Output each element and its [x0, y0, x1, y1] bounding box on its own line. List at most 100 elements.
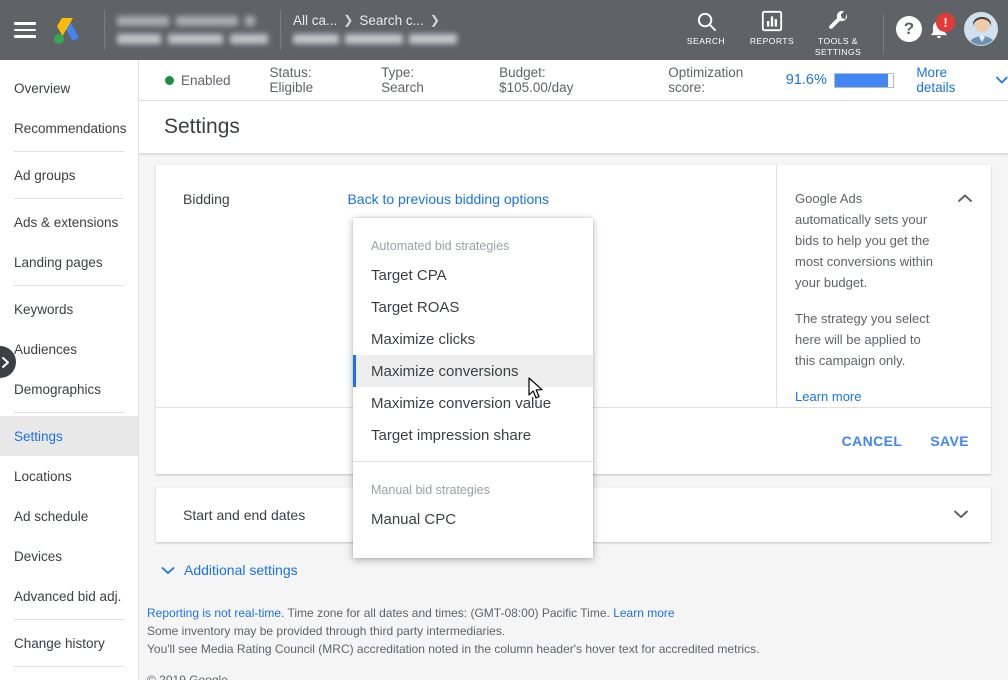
topbar-divider-2 — [280, 10, 281, 50]
additional-settings-label: Additional settings — [184, 562, 298, 578]
breadcrumb: All ca... ❯ Search c... ❯ — [293, 13, 457, 48]
dropdown-item-target-cpa[interactable]: Target CPA — [353, 259, 593, 291]
cancel-button[interactable]: CANCEL — [842, 433, 903, 449]
copyright-text: © 2019 Google — [147, 673, 228, 680]
sidebar-divider — [14, 285, 124, 286]
footer-line-1: Reporting is not real-time. Time zone fo… — [147, 604, 1008, 622]
help-question-mark-icon[interactable]: ? — [896, 16, 922, 42]
more-details-label: More details — [916, 65, 956, 95]
dropdown-item-maximize-clicks[interactable]: Maximize clicks — [353, 323, 593, 355]
sidebar-item-label: Demographics — [14, 381, 102, 397]
help-paragraph-2: The strategy you select here will be app… — [795, 311, 930, 368]
dropdown-item-manual-cpc[interactable]: Manual CPC — [353, 503, 593, 535]
search-icon — [695, 8, 718, 34]
sidebar-item-label: Ad schedule — [14, 508, 89, 524]
sidebar-item-label: Devices — [14, 548, 63, 564]
campaign-state[interactable]: Enabled — [165, 73, 231, 88]
sidebar-item-label: Landing pages — [14, 254, 103, 270]
footer-disclaimer: Reporting is not real-time. Time zone fo… — [147, 604, 1008, 680]
footer-line-3: You'll see Media Rating Council (MRC) ac… — [147, 642, 760, 656]
breadcrumb-item-0[interactable]: All ca... — [293, 13, 337, 28]
notification-badge: ! — [936, 13, 955, 32]
sidebar-item-change-history[interactable]: Change history — [0, 623, 138, 663]
sidebar-item-label: Locations — [14, 468, 72, 484]
sidebar-item-label: Ad groups — [14, 167, 76, 183]
sidebar-item-audiences[interactable]: Audiences — [0, 329, 138, 369]
page-header: Settings — [139, 101, 1008, 153]
topbar-divider-3 — [883, 14, 884, 54]
sidebar-navigation: Overview Recommendations Ad groups Ads & ex… — [0, 60, 139, 680]
campaign-status-bar: Enabled Status: Eligible Type: Search Bu… — [139, 60, 1008, 101]
topbar-divider-1 — [104, 10, 105, 50]
tools-settings-button[interactable]: TOOLS & SETTINGS — [805, 8, 871, 58]
sidebar-item-label: Ads & extensions — [14, 214, 119, 230]
optimization-score: Optimization score: 91.6% — [668, 65, 895, 95]
expand-dates-button[interactable] — [953, 506, 969, 524]
search-button[interactable]: SEARCH — [673, 8, 739, 47]
start-end-dates-label: Start and end dates — [183, 507, 306, 523]
sidebar-item-keywords[interactable]: Keywords — [0, 289, 138, 329]
footer-learn-more-link[interactable]: Learn more — [613, 606, 674, 620]
enabled-status-dot — [165, 75, 174, 85]
sidebar-divider — [14, 198, 124, 199]
reports-button[interactable]: REPORTS — [739, 8, 805, 47]
dropdown-group-manual-label: Manual bid strategies — [371, 483, 490, 497]
dropdown-item-label: Maximize clicks — [371, 330, 476, 348]
bid-strategy-dropdown: Automated bid strategies Target CPA Targe… — [353, 218, 593, 558]
dropdown-group-automated-label: Automated bid strategies — [371, 239, 510, 253]
chevron-up-icon — [958, 194, 972, 202]
chevron-right-icon: ❯ — [429, 13, 440, 27]
dropdown-item-maximize-conversion-value[interactable]: Maximize conversion value — [353, 387, 593, 419]
chevron-right-expand-icon — [2, 356, 9, 368]
more-details-button[interactable]: More details — [916, 65, 1008, 95]
dropdown-item-label: Target impression share — [371, 426, 532, 444]
sidebar-item-label: Recommendations — [14, 120, 127, 136]
sidebar-item-label: Audiences — [14, 341, 78, 357]
footer-line-2: Some inventory may be provided through t… — [147, 624, 506, 638]
sidebar-item-ad-schedule[interactable]: Ad schedule — [0, 496, 138, 536]
reports-label: REPORTS — [749, 36, 795, 46]
dropdown-item-target-roas[interactable]: Target ROAS — [353, 291, 593, 323]
top-navigation-bar: All ca... ❯ Search c... ❯ SEARCH REPORTS… — [0, 0, 1008, 60]
campaign-type: Type: Search — [381, 65, 424, 95]
sidebar-item-locations[interactable]: Locations — [0, 456, 138, 496]
breadcrumb-item-1[interactable]: Search c... — [359, 13, 424, 28]
bidding-help-panel: Google Ads automatically sets your bids … — [776, 165, 991, 407]
dropdown-item-label: Target CPA — [371, 266, 447, 284]
sidebar-item-ads-extensions[interactable]: Ads & extensions — [0, 202, 138, 242]
sidebar-item-settings[interactable]: Settings — [0, 416, 138, 456]
additional-settings-toggle[interactable]: Additional settings — [161, 562, 1008, 578]
dropdown-item-label: Maximize conversion value — [371, 394, 552, 412]
sidebar-item-devices[interactable]: Devices — [0, 536, 138, 576]
campaign-budget[interactable]: Budget: $105.00/day — [499, 65, 621, 95]
user-avatar[interactable] — [964, 12, 998, 46]
bell-notification-icon[interactable]: ! — [922, 13, 956, 40]
dropdown-item-maximize-conversions[interactable]: Maximize conversions — [353, 355, 593, 387]
back-to-previous-bidding-options-link[interactable]: Back to previous bidding options — [347, 191, 549, 207]
sidebar-item-recommendations[interactable]: Recommendations — [0, 108, 138, 148]
help-paragraph-1: Google Ads automatically sets your bids … — [795, 191, 933, 290]
sidebar-item-overview[interactable]: Overview — [0, 68, 138, 108]
sidebar-item-demographics[interactable]: Demographics — [0, 369, 138, 409]
reporting-not-realtime-link[interactable]: Reporting is not real-time. — [147, 606, 284, 620]
sidebar-item-label: Settings — [14, 428, 63, 444]
collapse-panel-button[interactable] — [957, 190, 973, 208]
account-name-blurred[interactable] — [117, 12, 268, 48]
save-button[interactable]: SAVE — [930, 433, 969, 449]
dropdown-item-target-impression-share[interactable]: Target impression share — [353, 419, 593, 451]
sidebar-item-landing-pages[interactable]: Landing pages — [0, 242, 138, 282]
sidebar-divider — [14, 666, 124, 667]
hamburger-menu-icon[interactable] — [14, 22, 36, 38]
breadcrumb-campaign-blurred[interactable] — [293, 30, 457, 48]
page-title: Settings — [164, 115, 240, 138]
optimization-score-label: Optimization score: — [668, 65, 744, 95]
dropdown-item-label: Maximize conversions — [371, 362, 519, 380]
campaign-state-label: Enabled — [181, 72, 231, 88]
dropdown-item-label: Target ROAS — [371, 298, 460, 316]
sidebar-item-ad-groups[interactable]: Ad groups — [0, 155, 138, 195]
google-ads-logo[interactable] — [48, 14, 82, 46]
reports-bar-chart-icon — [761, 8, 783, 34]
learn-more-link[interactable]: Learn more — [795, 389, 861, 404]
sidebar-item-advanced-bid-adj[interactable]: Advanced bid adj. — [0, 576, 138, 616]
optimization-score-value[interactable]: 91.6% — [786, 72, 827, 88]
